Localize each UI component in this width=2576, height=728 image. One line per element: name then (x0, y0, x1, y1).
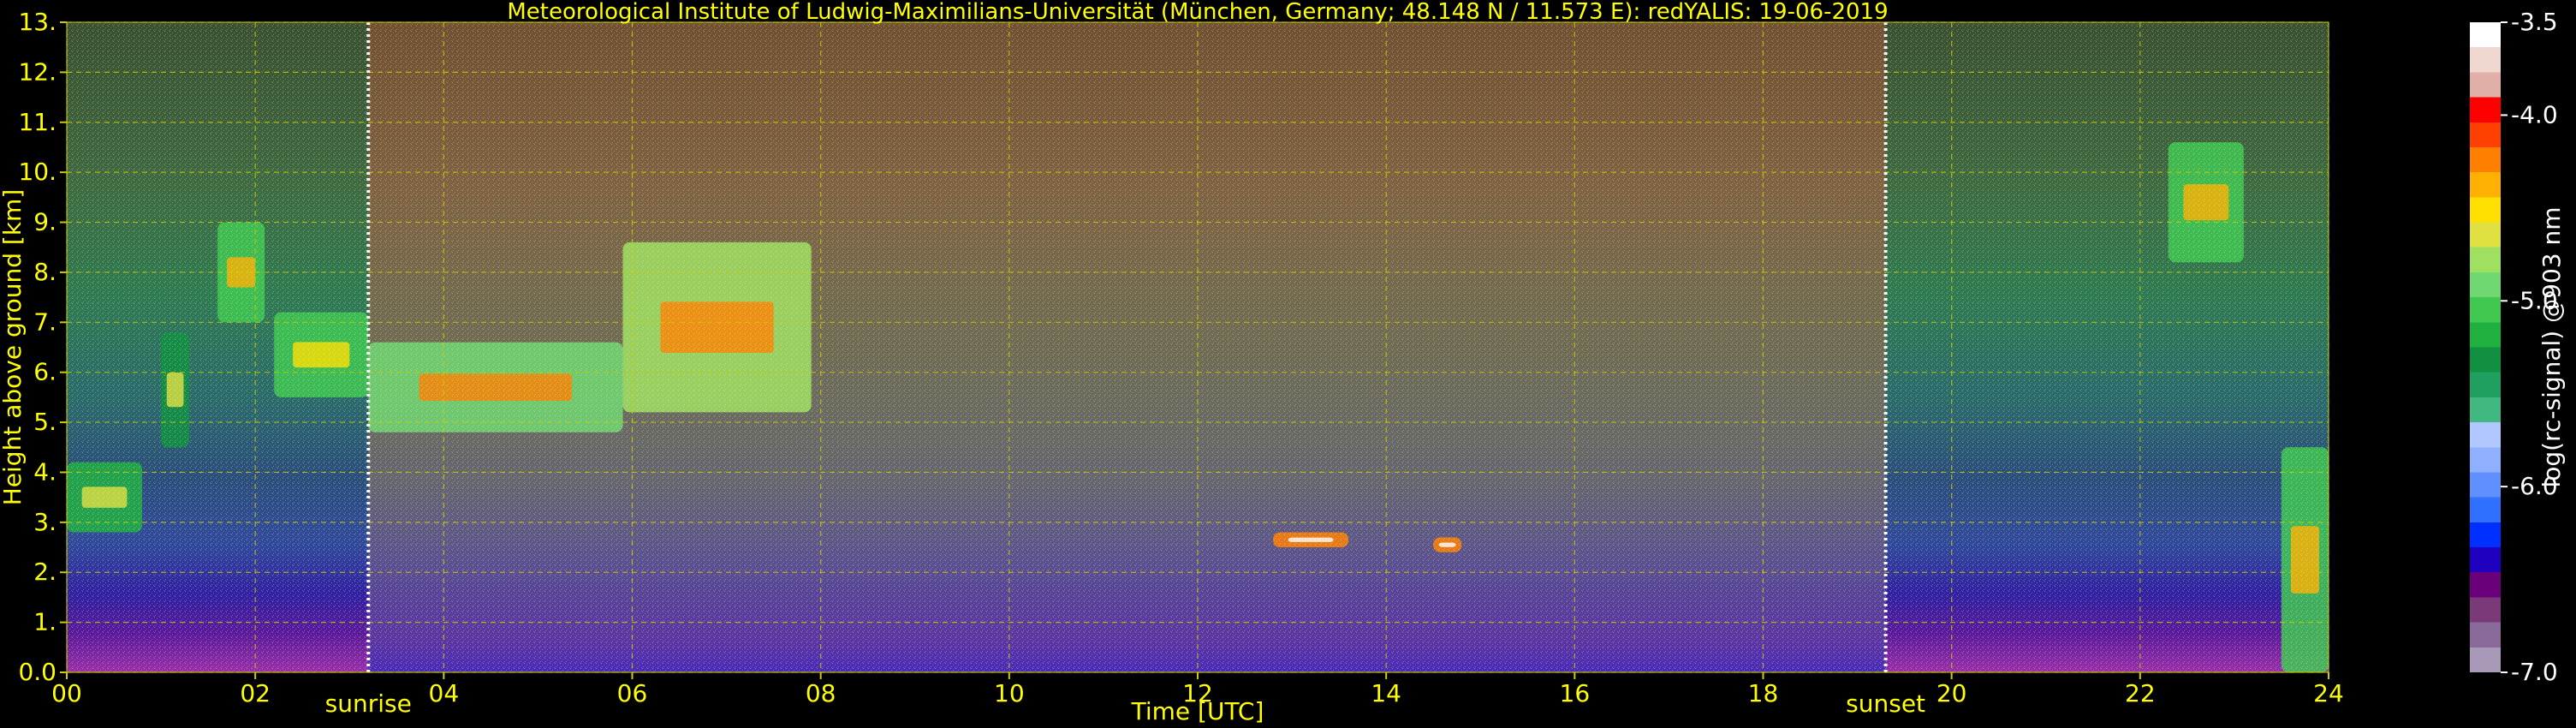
x-tick-label: 22 (2125, 679, 2156, 707)
x-tick-label: 24 (2313, 679, 2344, 707)
colorbar-scale (2470, 22, 2501, 672)
y-tick-label: 0.0 (18, 658, 57, 686)
y-tick-label: 8. (33, 258, 57, 286)
y-tick-label: 4. (33, 457, 57, 486)
x-tick-label: 04 (429, 679, 460, 707)
y-tick-label: 12. (18, 57, 57, 86)
y-tick-label: 2. (33, 558, 57, 586)
x-tick-label: 20 (1936, 679, 1967, 707)
y-axis-label: Height above ground [km] (0, 189, 27, 506)
y-tick-label: 1. (33, 608, 57, 636)
y-tick-label: 13. (18, 8, 57, 36)
colorbar-tick-label: -3.5 (2511, 8, 2558, 36)
y-tick-label: 11. (18, 108, 57, 136)
x-axis-label: Time [UTC] (1131, 697, 1264, 725)
x-tick-label: 08 (806, 679, 836, 707)
x-tick-label: 10 (994, 679, 1025, 707)
colorbar-tick-label: -4.0 (2511, 100, 2558, 128)
sunrise-label: sunrise (325, 689, 412, 718)
colorbar: -3.5-4.0-5.0-6.0-7.0 log(rc-signal) @903… (2470, 8, 2566, 686)
y-tick-label: 3. (33, 508, 57, 536)
y-tick-label: 7. (33, 307, 57, 336)
x-tick-label: 02 (240, 679, 271, 707)
colorbar-tick-label: -7.0 (2511, 658, 2558, 686)
x-tick-label: 16 (1560, 679, 1591, 707)
chart-title: Meteorological Institute of Ludwig-Maxim… (507, 0, 1888, 25)
colorbar-label: log(rc-signal) @903 nm (2537, 206, 2566, 487)
lidar-chart: sunrise sunset 00 02 04 06 08 10 12 14 16 18 20 22 24… (0, 0, 2566, 725)
y-tick-label: 6. (33, 358, 57, 386)
y-tick-label: 10. (18, 158, 57, 186)
y-tick-label: 5. (33, 408, 57, 436)
x-tick-label: 18 (1748, 679, 1779, 707)
x-tick-label: 06 (617, 679, 648, 707)
y-tick-label: 9. (33, 208, 57, 236)
sunset-label: sunset (1846, 689, 1925, 718)
x-tick-label: 14 (1371, 679, 1401, 707)
